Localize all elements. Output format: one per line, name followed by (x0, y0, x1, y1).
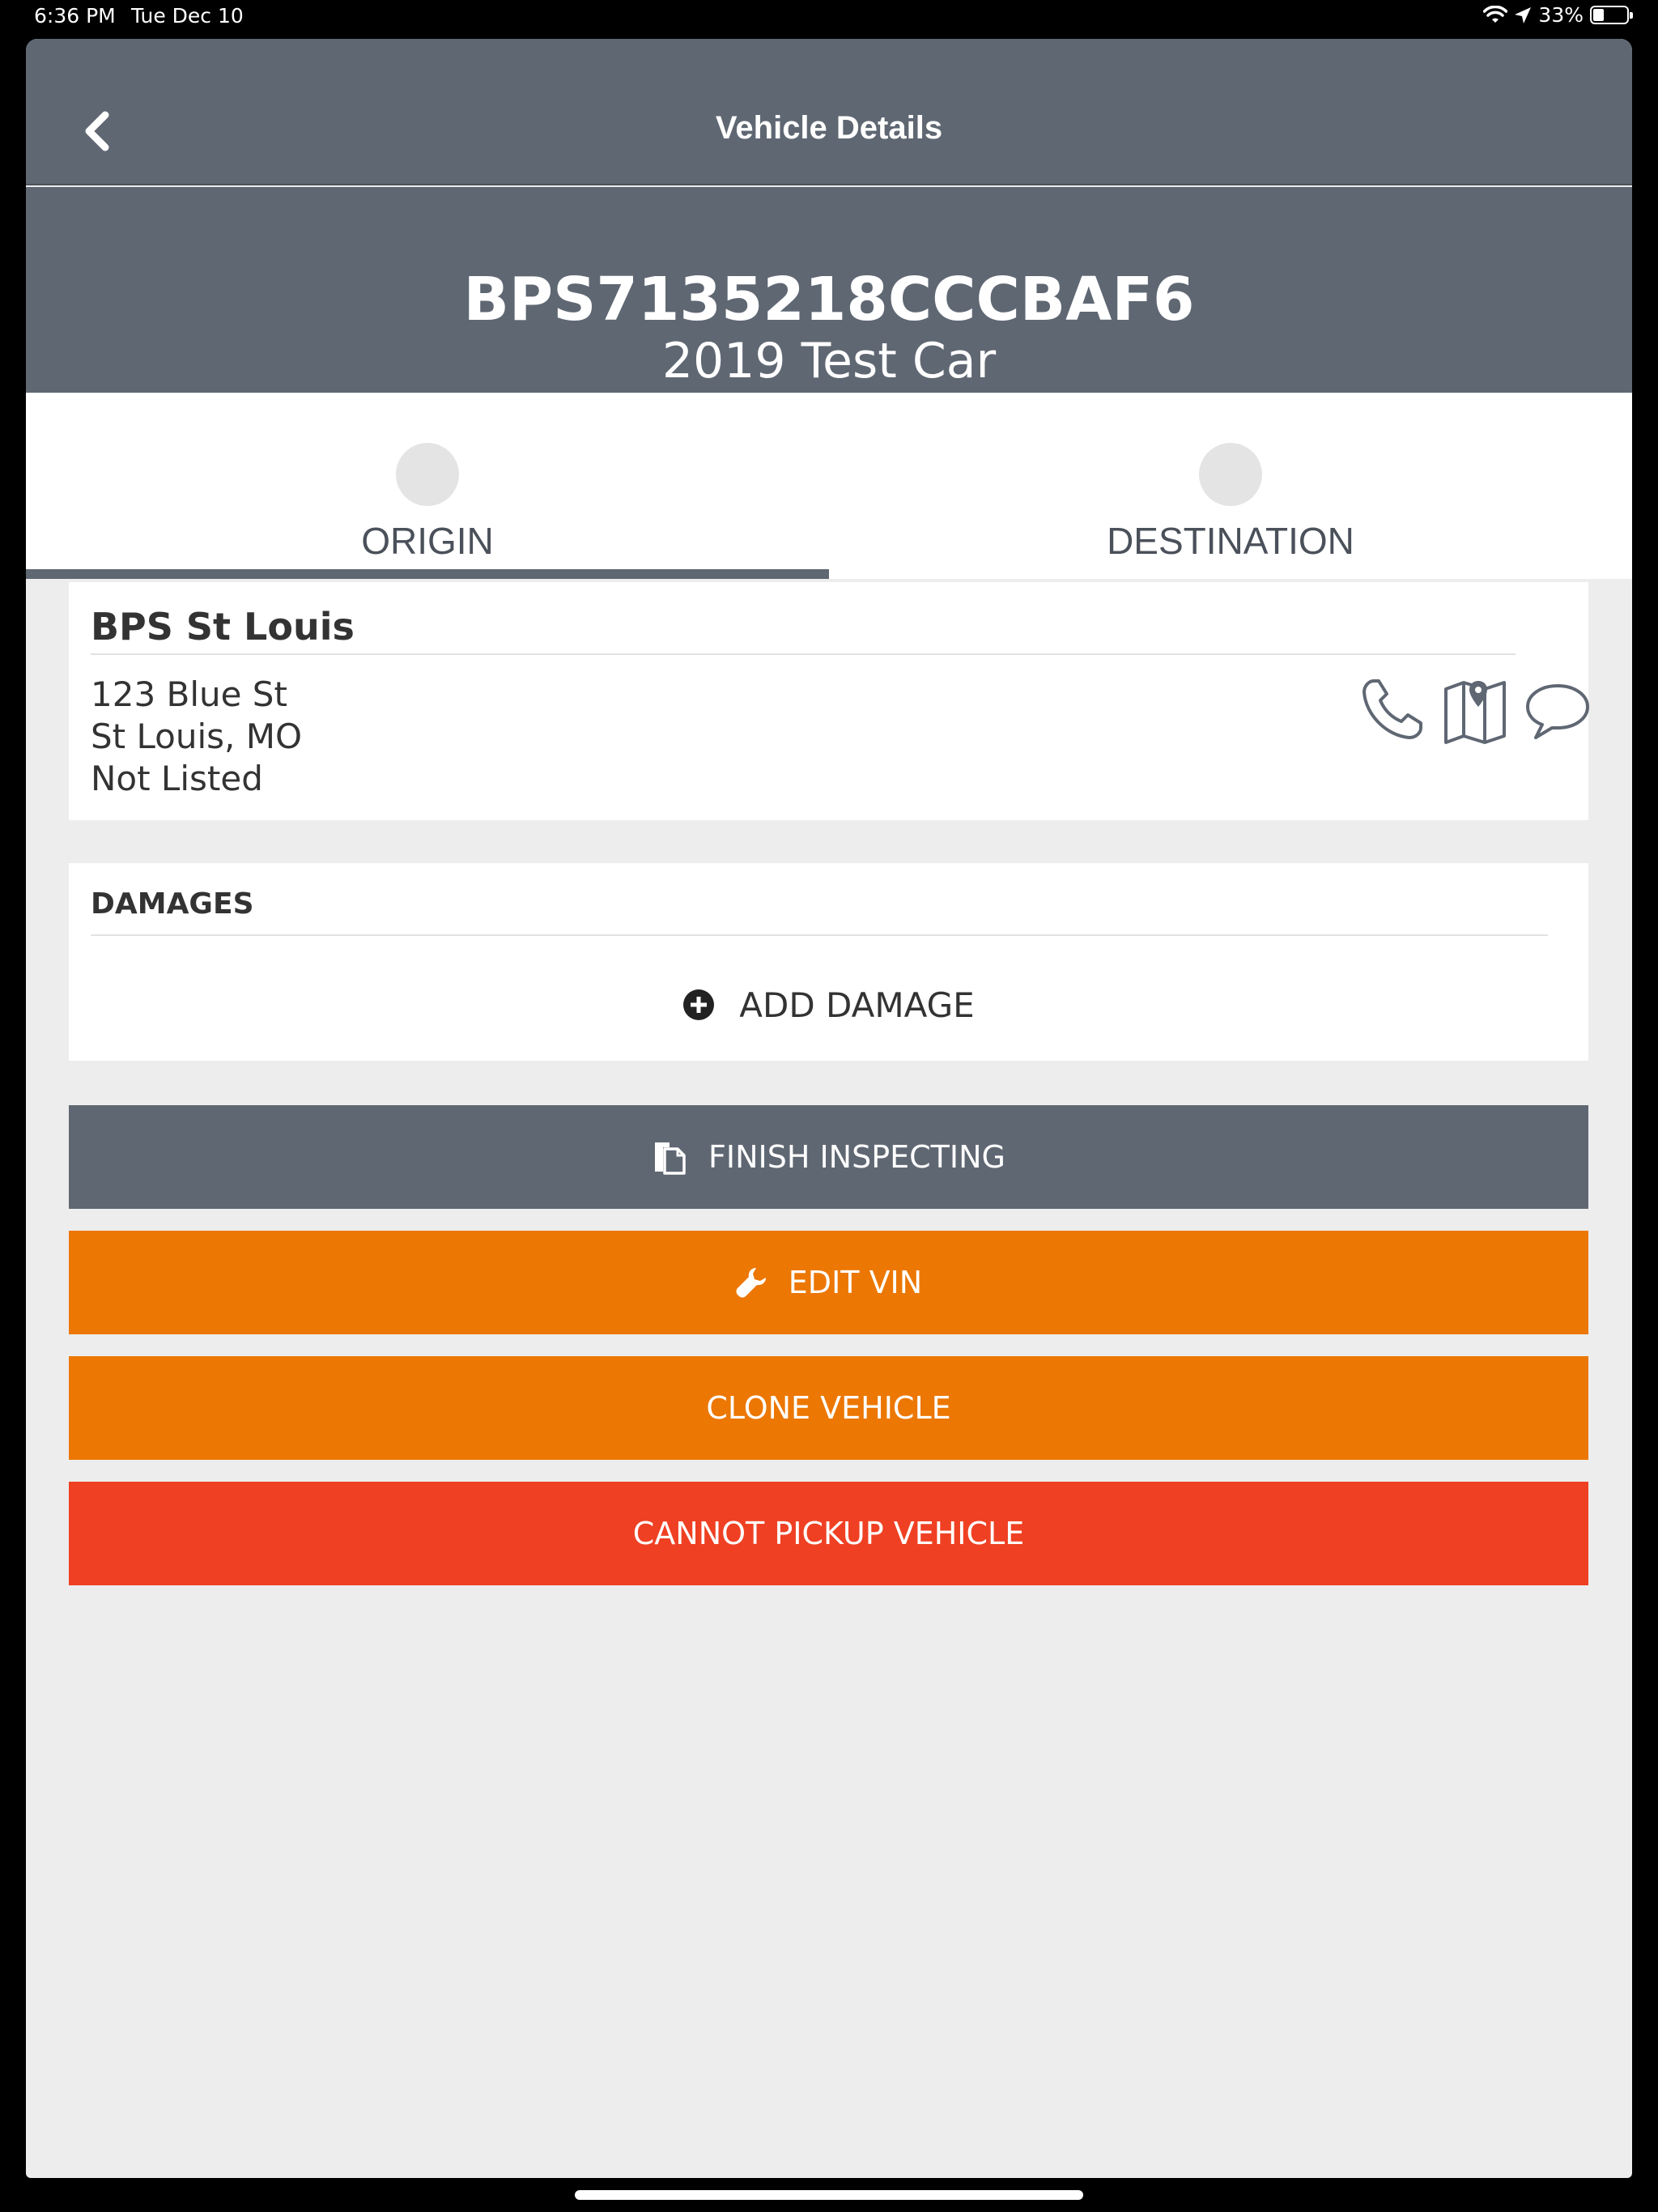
phone-icon[interactable] (1356, 673, 1429, 746)
address-line-1: 123 Blue St (91, 674, 287, 714)
page-title: Vehicle Details (715, 110, 943, 146)
add-damage-button[interactable]: ADD DAMAGE (69, 976, 1588, 1033)
wifi-icon (1483, 5, 1508, 23)
location-name: BPS St Louis (91, 605, 355, 649)
add-damage-label: ADD DAMAGE (739, 985, 975, 1025)
map-icon[interactable] (1439, 673, 1512, 746)
tab-origin[interactable]: ORIGIN (26, 393, 829, 579)
battery-percent: 33% (1538, 3, 1584, 27)
chat-icon[interactable] (1521, 673, 1594, 746)
cannot-pickup-vehicle-button[interactable]: CANNOT PICKUP VEHICLE (69, 1482, 1588, 1585)
finish-inspecting-label: FINISH INSPECTING (708, 1139, 1005, 1175)
tab-destination-status-dot (1199, 443, 1262, 506)
tab-active-indicator (26, 569, 829, 579)
damages-title: DAMAGES (91, 887, 254, 921)
status-date: Tue Dec 10 (131, 4, 244, 28)
vehicle-header: BPS7135218CCCBAF6 2019 Test Car (26, 187, 1632, 393)
vehicle-name: 2019 Test Car (661, 333, 997, 389)
vehicle-vin: BPS7135218CCCBAF6 (463, 265, 1195, 334)
battery-icon (1590, 6, 1633, 24)
cannot-pickup-vehicle-label: CANNOT PICKUP VEHICLE (632, 1516, 1025, 1551)
clone-vehicle-label: CLONE VEHICLE (706, 1390, 951, 1426)
status-indicators: 33% (1483, 3, 1633, 27)
edit-vin-button[interactable]: EDIT VIN (69, 1231, 1588, 1334)
tab-origin-label: ORIGIN (361, 520, 494, 562)
location-arrow-icon (1515, 6, 1532, 23)
address-line-2: St Louis, MO (91, 717, 303, 756)
tab-origin-status-dot (396, 443, 459, 506)
damages-card: DAMAGES ADD DAMAGE (69, 863, 1588, 1061)
divider (91, 653, 1516, 655)
tab-destination[interactable]: DESTINATION (829, 393, 1632, 579)
status-bar: 6:36 PM Tue Dec 10 33% (0, 0, 1658, 39)
address-line-3: Not Listed (91, 759, 263, 798)
clone-vehicle-button[interactable]: CLONE VEHICLE (69, 1356, 1588, 1460)
tab-destination-label: DESTINATION (1107, 520, 1354, 562)
clipboard-icon (655, 1142, 686, 1175)
location-card: BPS St Louis 123 Blue St St Louis, MO No… (69, 582, 1589, 820)
finish-inspecting-button[interactable]: FINISH INSPECTING (69, 1105, 1588, 1209)
plus-circle-icon (683, 989, 715, 1020)
wrench-icon (736, 1268, 766, 1298)
home-indicator[interactable] (575, 2190, 1083, 2200)
tab-bar: ORIGIN DESTINATION (26, 393, 1632, 579)
status-time: 6:36 PM (34, 4, 116, 28)
divider (91, 934, 1548, 936)
edit-vin-label: EDIT VIN (788, 1265, 923, 1300)
app-window: Vehicle Details BPS7135218CCCBAF6 2019 T… (26, 39, 1632, 2178)
nav-bar: Vehicle Details (26, 39, 1632, 185)
